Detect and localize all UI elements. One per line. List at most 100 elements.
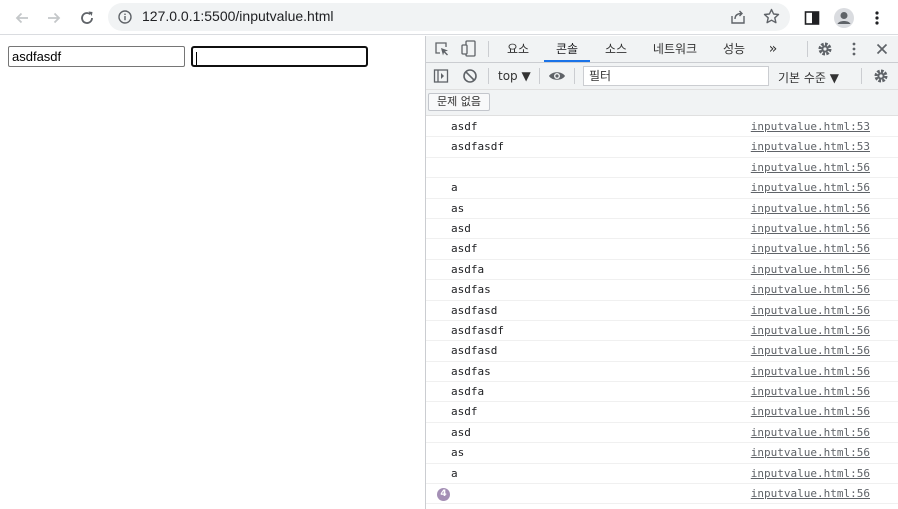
console-log-list: asdf inputvalue.html:53 asdfasdf inputvalue… — [426, 117, 898, 505]
issues-bar: 문제 없음 — [426, 90, 898, 116]
inspect-element-icon[interactable] — [434, 41, 450, 57]
log-source-link[interactable]: inputvalue.html:56 — [751, 324, 870, 337]
console-log-row: asdfa inputvalue.html:56 — [426, 260, 898, 281]
log-source-link[interactable]: inputvalue.html:56 — [751, 304, 870, 317]
console-log-row: asd inputvalue.html:56 — [426, 423, 898, 444]
device-toolbar-icon[interactable] — [461, 40, 477, 57]
log-message: asdfasdf — [451, 323, 504, 337]
log-source-link[interactable]: inputvalue.html:56 — [751, 344, 870, 357]
tab-console[interactable]: 콘솔 — [544, 36, 590, 62]
console-log-row: a inputvalue.html:56 — [426, 178, 898, 199]
console-log-row: asd inputvalue.html:56 — [426, 219, 898, 240]
log-source-link[interactable]: inputvalue.html:56 — [751, 405, 870, 418]
log-message: asdfas — [451, 364, 491, 378]
log-message: asdfas — [451, 283, 491, 297]
console-log-row: asdf inputvalue.html:53 — [426, 117, 898, 138]
text-input-2-focused[interactable] — [191, 46, 368, 67]
console-log-row: asdfasdf inputvalue.html:53 — [426, 137, 898, 158]
sidebar-toggle-icon[interactable] — [433, 68, 449, 84]
text-caret — [196, 51, 197, 65]
console-log-row: asdfasdf inputvalue.html:56 — [426, 321, 898, 342]
log-source-link[interactable]: inputvalue.html:56 — [751, 426, 870, 439]
filter-input[interactable]: 필터 — [583, 66, 769, 86]
log-source-link[interactable]: inputvalue.html:56 — [751, 202, 870, 215]
share-icon[interactable] — [730, 9, 746, 28]
log-message: asdfasdf — [451, 140, 504, 154]
log-message: a — [451, 466, 458, 480]
log-source-link[interactable]: inputvalue.html:56 — [751, 161, 870, 174]
more-tabs-button[interactable]: » — [760, 36, 786, 62]
log-message: asdf — [451, 242, 478, 256]
tab-network[interactable]: 네트워크 — [644, 36, 706, 62]
back-icon[interactable] — [10, 6, 34, 30]
forward-icon[interactable] — [42, 6, 66, 30]
log-message: asd — [451, 221, 471, 235]
console-log-row: asdf inputvalue.html:56 — [426, 239, 898, 260]
console-log-row: 4 inputvalue.html:56 — [426, 484, 898, 505]
more-menu-icon[interactable] — [865, 6, 889, 30]
separator — [488, 41, 489, 57]
repeat-count-badge: 4 — [437, 488, 450, 502]
log-message: as — [451, 201, 465, 215]
log-source-link[interactable]: inputvalue.html:56 — [751, 283, 870, 296]
side-panel-icon[interactable] — [800, 6, 824, 30]
console-settings-gear-icon[interactable] — [873, 68, 889, 84]
devtools-menu-icon[interactable] — [846, 41, 862, 57]
separator — [574, 68, 575, 84]
log-source-link[interactable]: inputvalue.html:56 — [751, 365, 870, 378]
issues-button[interactable]: 문제 없음 — [428, 93, 490, 111]
console-log-row: asdfa inputvalue.html:56 — [426, 382, 898, 403]
separator — [488, 68, 489, 84]
console-log-row: a inputvalue.html:56 — [426, 464, 898, 485]
log-source-link[interactable]: inputvalue.html:56 — [751, 181, 870, 194]
log-source-link[interactable]: inputvalue.html:53 — [751, 140, 870, 153]
address-bar[interactable]: 127.0.0.1:5500/inputvalue.html — [108, 3, 790, 31]
separator — [807, 41, 808, 57]
log-source-link[interactable]: inputvalue.html:56 — [751, 242, 870, 255]
log-levels-selector[interactable]: 기본 수준 ▼ — [778, 69, 839, 86]
browser-toolbar: 127.0.0.1:5500/inputvalue.html — [0, 0, 898, 35]
log-source-link[interactable]: inputvalue.html:56 — [751, 467, 870, 480]
log-message: as — [451, 446, 465, 460]
log-source-link[interactable]: inputvalue.html:56 — [751, 385, 870, 398]
separator — [539, 68, 540, 84]
console-log-row: inputvalue.html:56 — [426, 158, 898, 179]
tab-elements[interactable]: 요소 — [498, 36, 538, 62]
site-info-icon[interactable] — [118, 10, 132, 27]
bookmark-star-icon[interactable] — [763, 8, 780, 28]
log-message: asdfa — [451, 385, 485, 399]
log-source-link[interactable]: inputvalue.html:53 — [751, 120, 870, 133]
text-input-1[interactable]: asdfasdf — [8, 46, 185, 67]
console-log-row: asdf inputvalue.html:56 — [426, 402, 898, 423]
console-log-row: asdfas inputvalue.html:56 — [426, 280, 898, 301]
log-message: asdf — [451, 405, 478, 419]
context-selector[interactable]: top ▼ — [498, 69, 531, 83]
console-log-row: as inputvalue.html:56 — [426, 199, 898, 219]
log-source-link[interactable]: inputvalue.html:56 — [751, 446, 870, 459]
log-message: asd — [451, 425, 471, 439]
log-message: asdfasd — [451, 303, 498, 317]
console-log-row: asdfasd inputvalue.html:56 — [426, 341, 898, 362]
live-expression-eye-icon[interactable] — [548, 68, 566, 84]
close-icon[interactable] — [874, 41, 890, 57]
log-message: asdfasd — [451, 344, 498, 358]
log-source-link[interactable]: inputvalue.html:56 — [751, 222, 870, 235]
log-source-link[interactable]: inputvalue.html:56 — [751, 263, 870, 276]
console-log-row: asdfas inputvalue.html:56 — [426, 362, 898, 383]
log-source-link[interactable]: inputvalue.html:56 — [751, 487, 870, 500]
console-log-row: as inputvalue.html:56 — [426, 443, 898, 464]
separator — [861, 68, 862, 84]
devtools-panel: 요소 콘솔 소스 네트워크 성능 » top ▼ 필터 기본 수준 ▼ 문제 없… — [425, 36, 898, 509]
url-text: 127.0.0.1:5500/inputvalue.html — [142, 8, 334, 24]
devtools-tabbar: 요소 콘솔 소스 네트워크 성능 » — [426, 36, 898, 63]
console-toolbar: top ▼ 필터 기본 수준 ▼ — [426, 63, 898, 90]
tab-sources[interactable]: 소스 — [596, 36, 636, 62]
reload-icon[interactable] — [75, 6, 99, 30]
log-message: a — [451, 181, 458, 195]
settings-gear-icon[interactable] — [817, 41, 833, 57]
log-message: asdfa — [451, 262, 485, 276]
tab-performance[interactable]: 성능 — [714, 36, 754, 62]
page-content: asdfasdf — [0, 36, 425, 509]
clear-console-icon[interactable] — [462, 68, 478, 84]
profile-avatar-icon[interactable] — [832, 6, 856, 30]
